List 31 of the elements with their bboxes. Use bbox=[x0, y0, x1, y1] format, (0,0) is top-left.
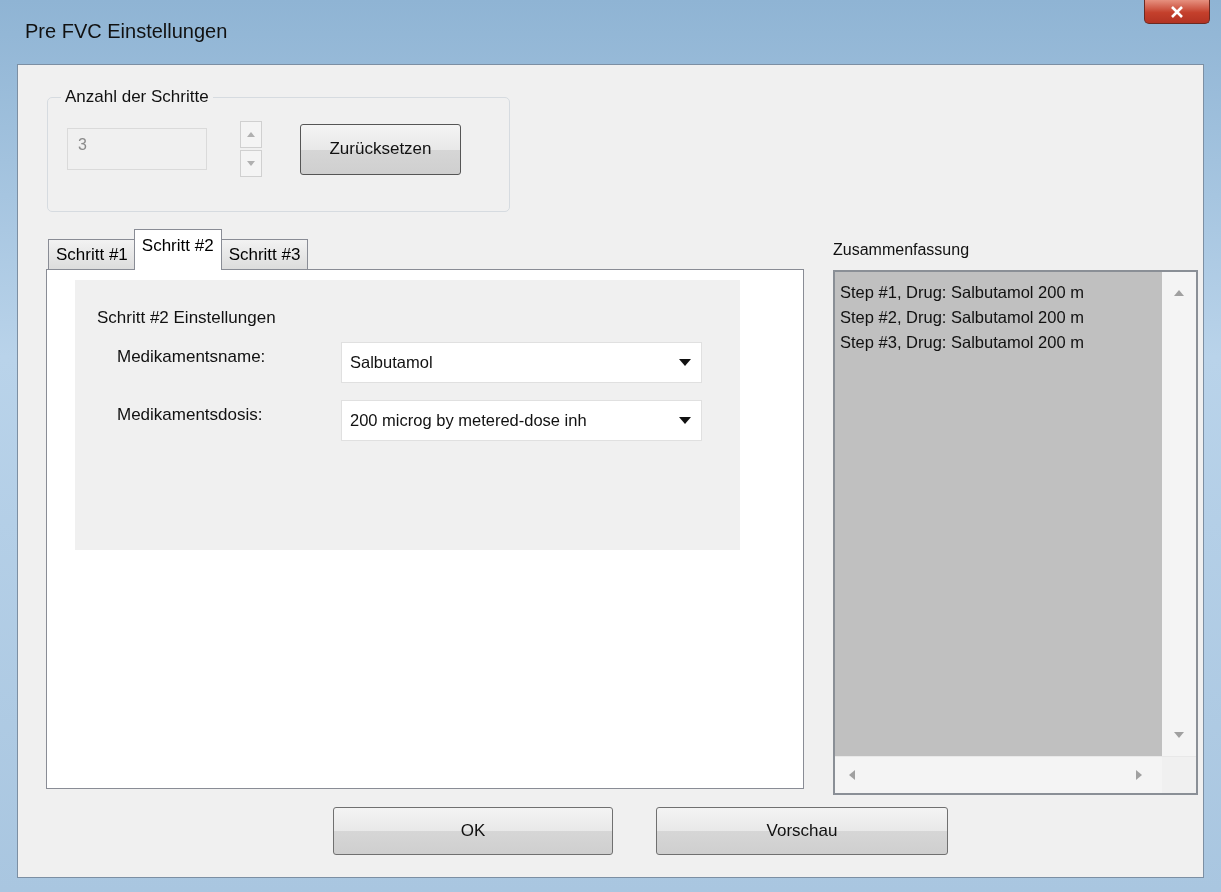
left-arrow-icon bbox=[849, 770, 855, 780]
summary-label: Zusammenfassung bbox=[833, 240, 971, 260]
reset-button[interactable]: Zurücksetzen bbox=[300, 123, 461, 175]
summary-line: Step #2, Drug: Salbutamol 200 m bbox=[840, 307, 1085, 328]
close-button[interactable] bbox=[1144, 0, 1210, 24]
right-arrow-icon bbox=[1136, 770, 1142, 780]
tab[interactable]: Schritt #1 bbox=[48, 239, 136, 270]
dialog-button[interactable]: OK bbox=[333, 807, 613, 855]
summary-line: Step #3, Drug: Salbutamol 200 m bbox=[840, 332, 1085, 353]
up-arrow-icon bbox=[1174, 290, 1184, 296]
field-label: Medikamentsdosis: bbox=[116, 404, 264, 425]
close-icon bbox=[1170, 5, 1184, 18]
window-title: Pre FVC Einstellungen bbox=[25, 20, 228, 43]
down-arrow-icon bbox=[1174, 732, 1184, 738]
dropdown[interactable]: Salbutamol bbox=[341, 342, 702, 383]
horizontal-scrollbar[interactable] bbox=[835, 757, 1162, 793]
tab[interactable]: Schritt #3 bbox=[220, 239, 309, 270]
up-arrow-icon bbox=[247, 132, 255, 137]
caret-icon bbox=[679, 359, 691, 366]
summary-line: Step #1, Drug: Salbutamol 200 m bbox=[840, 282, 1085, 303]
vertical-scrollbar[interactable] bbox=[1162, 272, 1196, 756]
dialog-button[interactable]: Vorschau bbox=[656, 807, 948, 855]
down-arrow-icon bbox=[247, 161, 255, 166]
panel-heading: Schritt #2 Einstellungen bbox=[97, 308, 277, 328]
dropdown[interactable]: 200 microg by metered-dose inh bbox=[341, 400, 702, 441]
tab[interactable]: Schritt #2 bbox=[133, 229, 222, 270]
field-label: Medikamentsname: bbox=[116, 346, 267, 367]
spin-up-button[interactable] bbox=[240, 121, 262, 148]
caret-icon bbox=[679, 417, 691, 424]
group-label: Anzahl der Schritte bbox=[64, 87, 210, 107]
spin-down-button[interactable] bbox=[240, 150, 262, 177]
